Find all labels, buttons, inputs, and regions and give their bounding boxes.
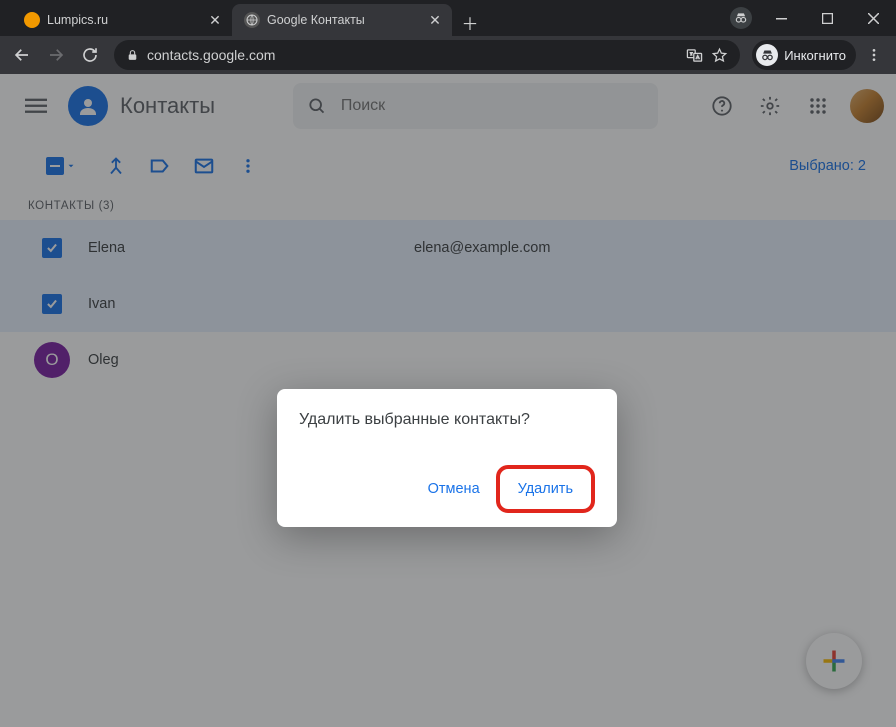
translate-icon[interactable] xyxy=(686,47,703,64)
reload-button[interactable] xyxy=(74,39,106,71)
browser-tab-lumpics[interactable]: Lumpics.ru ✕ xyxy=(12,4,232,36)
browser-titlebar: Lumpics.ru ✕ Google Контакты ✕ ＋ xyxy=(0,0,896,36)
window-minimize[interactable] xyxy=(758,3,804,33)
page: Контакты Выбрано: 2 КОНТАКТЫ (3) Elena e… xyxy=(0,74,896,727)
close-icon[interactable]: ✕ xyxy=(208,13,222,27)
dialog-title: Удалить выбранные контакты? xyxy=(299,411,595,429)
close-icon[interactable]: ✕ xyxy=(428,13,442,27)
browser-tab-contacts[interactable]: Google Контакты ✕ xyxy=(232,4,452,36)
window-maximize[interactable] xyxy=(804,3,850,33)
window-controls xyxy=(730,0,896,36)
browser-menu[interactable] xyxy=(858,39,890,71)
delete-dialog: Удалить выбранные контакты? Отмена Удали… xyxy=(277,389,617,527)
new-tab-button[interactable]: ＋ xyxy=(456,8,484,36)
delete-button[interactable]: Удалить xyxy=(508,473,583,505)
incognito-label: Инкогнито xyxy=(784,48,846,63)
address-bar[interactable]: contacts.google.com xyxy=(114,40,740,70)
window-close[interactable] xyxy=(850,3,896,33)
highlight-annotation: Удалить xyxy=(496,465,595,513)
tab-title: Lumpics.ru xyxy=(47,13,201,27)
forward-button[interactable] xyxy=(40,39,72,71)
url-text: contacts.google.com xyxy=(147,47,275,63)
tab-title: Google Контакты xyxy=(267,13,421,27)
cancel-button[interactable]: Отмена xyxy=(418,473,490,505)
browser-toolbar: contacts.google.com Инкогнито xyxy=(0,36,896,74)
favicon xyxy=(244,12,260,28)
lock-icon xyxy=(126,49,139,62)
incognito-badge[interactable]: Инкогнито xyxy=(752,40,856,70)
back-button[interactable] xyxy=(6,39,38,71)
star-icon[interactable] xyxy=(711,47,728,64)
incognito-icon xyxy=(730,7,752,29)
favicon xyxy=(24,12,40,28)
incognito-avatar-icon xyxy=(756,44,778,66)
